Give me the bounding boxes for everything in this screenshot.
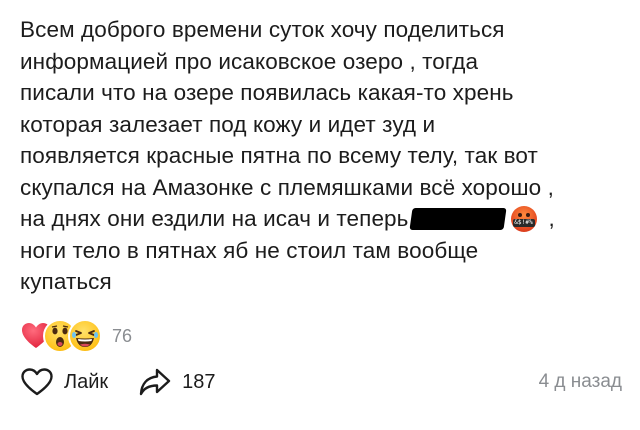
post-text-line: информацией про исаковское озеро , тогда <box>20 48 479 74</box>
post-text: Всем доброго времени суток хочу поделить… <box>20 14 628 298</box>
reactions-count: 76 <box>112 325 133 346</box>
post-text-line: на днях они ездили на исач и теперь <box>20 206 409 231</box>
post-text-line: которая залезает под кожу и идет зуд и <box>20 111 436 137</box>
post-timestamp: 4 д назад <box>538 371 622 392</box>
post-text-line: купаться <box>20 269 112 294</box>
post-text-line: ноги тело в пятнах яб не стоил там вообщ… <box>20 237 479 263</box>
post-text-line: Всем доброго времени суток хочу поделить… <box>20 17 505 42</box>
post-actions-bar: Лайк 187 4 д назад <box>20 366 624 398</box>
post-text-line: писали что на озере появилась какая-то х… <box>20 80 514 105</box>
post-text-line-with-redaction: на днях они ездили на исач и теперь &$!#%… <box>20 203 628 235</box>
share-arrow-icon <box>139 368 171 396</box>
post-card: Всем доброго времени суток хочу поделить… <box>0 0 640 430</box>
post-text-line: появляется красные пятна по всему телу, … <box>20 143 538 168</box>
reactions-summary[interactable]: 76 <box>20 318 132 354</box>
share-count: 187 <box>182 370 216 393</box>
heart-outline-icon <box>21 368 53 396</box>
share-button[interactable]: 187 <box>138 367 216 397</box>
like-button[interactable]: Лайк <box>20 367 108 397</box>
laughing-emoji-icon <box>68 319 102 353</box>
post-text-suffix: , <box>548 206 555 231</box>
post-text-line: скупался на Амазонке с племяшками всё хо… <box>20 174 554 200</box>
redaction-mark <box>408 208 507 230</box>
angry-cursing-emoji-icon: &$!#% <box>510 206 537 232</box>
like-label: Лайк <box>64 370 109 393</box>
